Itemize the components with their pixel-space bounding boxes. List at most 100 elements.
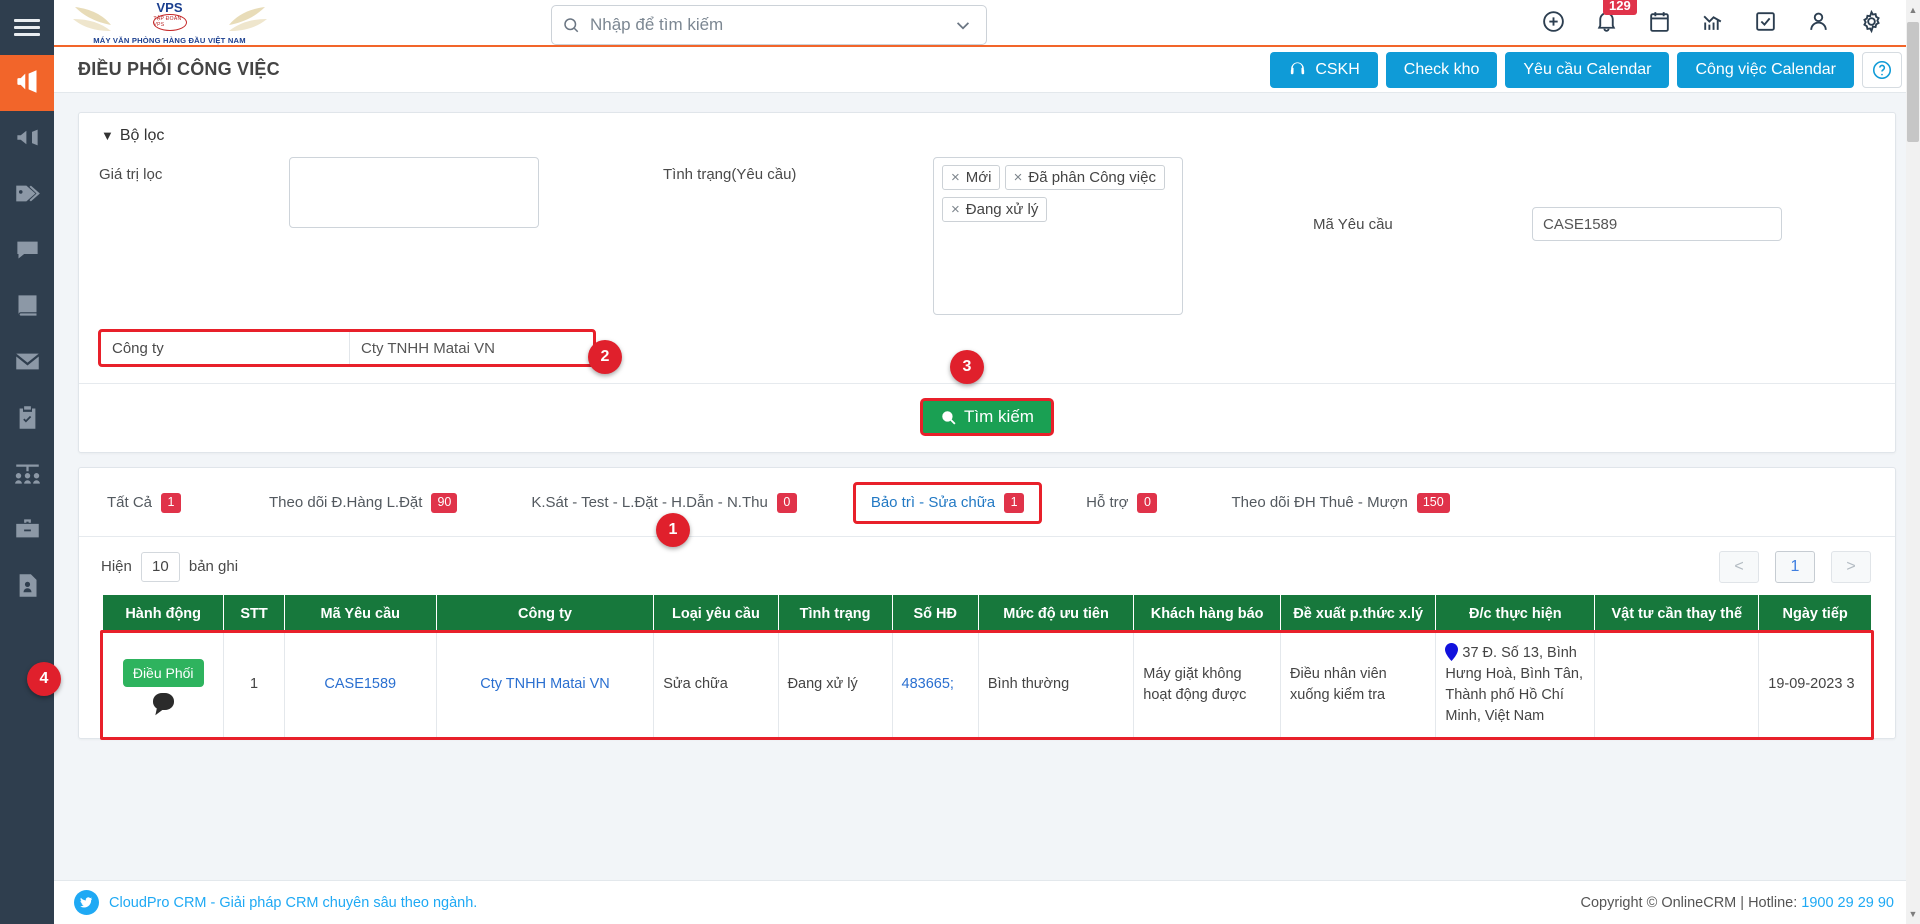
yeu-cau-calendar-button[interactable]: Yêu cầu Calendar xyxy=(1505,51,1670,88)
scrollbar-thumb[interactable] xyxy=(1907,22,1919,142)
next-page-button[interactable]: > xyxy=(1831,550,1871,583)
tab-label: Hỗ trợ xyxy=(1086,494,1129,512)
scroll-down-arrow-icon[interactable]: ▼ xyxy=(1906,906,1920,922)
page-size-input[interactable]: 10 xyxy=(140,551,180,582)
footer-link[interactable]: CloudPro CRM - Giải pháp CRM chuyên sâu … xyxy=(109,895,477,911)
table-header-row: Hành động STT Mã Yêu cầu Công ty Loại yê… xyxy=(103,594,1871,633)
sidebar-item-users[interactable] xyxy=(0,447,54,503)
col-stt[interactable]: STT xyxy=(223,594,285,633)
yeu-cau-calendar-button-label: Yêu cầu Calendar xyxy=(1523,60,1652,78)
tag-label: Mới xyxy=(965,169,992,186)
notification-badge: 129 xyxy=(1603,0,1637,16)
users-group-icon xyxy=(14,460,41,491)
comment-bubble-icon[interactable] xyxy=(152,693,174,711)
show-prefix-label: Hiện xyxy=(101,558,132,576)
cong-ty-field[interactable]: Công ty Cty TNHH Matai VN xyxy=(98,329,596,367)
tab-bar: Tất Cả 1 Theo dõi Đ.Hàng L.Đặt 90 K.Sát … xyxy=(79,468,1895,536)
chart-icon[interactable] xyxy=(1700,9,1725,38)
footer: CloudPro CRM - Giải pháp CRM chuyên sâu … xyxy=(54,880,1920,924)
tinh-trang-tag[interactable]: × Mới xyxy=(942,165,1001,190)
topbar-icon-group: 129 xyxy=(1541,0,1884,47)
dia-chi-text: 37 Đ. Số 13, Bình Hưng Hoà, Bình Tân, Th… xyxy=(1445,644,1583,724)
col-khach-hang-bao[interactable]: Khách hàng báo xyxy=(1133,594,1281,633)
col-dc-thuc-hien[interactable]: Đ/c thực hiện xyxy=(1435,594,1596,633)
cong-viec-calendar-button[interactable]: Công việc Calendar xyxy=(1677,51,1854,88)
sidebar-item-chat[interactable] xyxy=(0,223,54,279)
table-toolbar: Hiện 10 bản ghi < 1 > xyxy=(79,537,1895,595)
hamburger-menu-icon[interactable] xyxy=(0,0,54,55)
sidebar-item-briefcase[interactable] xyxy=(0,503,54,559)
checkbox-icon[interactable] xyxy=(1753,9,1778,38)
cong-ty-value[interactable]: Cty TNHH Matai VN xyxy=(349,332,593,364)
cell-tinh-trang: Đang xử lý xyxy=(778,632,893,738)
cell-de-xuat: Điều nhân viên xuống kiểm tra xyxy=(1280,632,1437,738)
col-so-hd[interactable]: Số HĐ xyxy=(892,594,979,633)
megaphone-icon xyxy=(14,68,41,99)
col-cong-ty[interactable]: Công ty xyxy=(436,594,655,633)
sidebar-item-megaphone[interactable] xyxy=(0,55,54,111)
gear-icon[interactable] xyxy=(1859,9,1884,38)
cell-khach-hang-bao: Máy giặt không hoạt động được xyxy=(1133,632,1281,738)
sidebar-item-contact[interactable] xyxy=(0,559,54,615)
tab-label: Tất Cả xyxy=(107,494,153,512)
col-ngay-tiep[interactable]: Ngày tiếp xyxy=(1758,594,1871,633)
pagination: < 1 > xyxy=(1719,550,1871,583)
cskh-button[interactable]: CSKH xyxy=(1270,51,1378,88)
tab-tat-ca[interactable]: Tất Cả 1 xyxy=(91,483,197,523)
cell-vat-tu xyxy=(1594,632,1760,738)
filter-panel-title[interactable]: ▼ Bộ lọc xyxy=(79,127,1895,153)
search-input[interactable] xyxy=(588,14,950,36)
col-vat-tu-can-thay-the[interactable]: Vật tư cần thay thế xyxy=(1594,594,1760,633)
col-loai-yeu-cau[interactable]: Loại yêu cầu xyxy=(653,594,779,633)
prev-page-button[interactable]: < xyxy=(1719,550,1759,583)
table-row[interactable]: Điều Phối 1 CASE1589 Cty TNHH Matai VN S… xyxy=(103,632,1871,738)
tab-bao-tri-sua-chua[interactable]: Bảo trì - Sửa chữa 1 xyxy=(852,482,1043,524)
footer-copyright: Copyright © OnlineCRM | Hotline: 1900 29… xyxy=(1581,895,1894,911)
tinh-trang-multiselect[interactable]: × Mới × Đã phân Công việc × Đang xử lý xyxy=(933,157,1183,315)
collapse-caret-icon[interactable]: ▼ xyxy=(101,128,114,143)
help-button[interactable] xyxy=(1862,51,1902,88)
sidebar-item-announcement[interactable] xyxy=(0,111,54,167)
user-icon[interactable] xyxy=(1806,9,1831,38)
tinh-trang-tag[interactable]: × Đã phân Công việc xyxy=(1004,165,1165,190)
bell-icon[interactable]: 129 xyxy=(1594,0,1637,38)
hotline-number[interactable]: 1900 29 29 90 xyxy=(1801,895,1894,911)
search-icon xyxy=(564,18,579,33)
tinh-trang-tag[interactable]: × Đang xử lý xyxy=(942,197,1048,222)
ma-yeu-cau-input[interactable] xyxy=(1532,207,1782,241)
tim-kiem-button[interactable]: Tìm kiếm xyxy=(920,398,1054,436)
sidebar-item-mail[interactable] xyxy=(0,335,54,391)
col-muc-do-uu-tien[interactable]: Mức độ ưu tiên xyxy=(978,594,1135,633)
cell-ma-yeu-cau[interactable]: CASE1589 xyxy=(284,632,437,738)
page-header: ĐIỀU PHỐI CÔNG VIỆC CSKH Check kho Yêu c… xyxy=(54,47,1920,93)
cell-cong-ty[interactable]: Cty TNHH Matai VN xyxy=(436,632,655,738)
sidebar-item-book[interactable] xyxy=(0,279,54,335)
calendar-icon[interactable] xyxy=(1647,9,1672,38)
col-de-xuat-pthuc-xly[interactable]: Đề xuất p.thức x.lý xyxy=(1280,594,1437,633)
check-kho-button[interactable]: Check kho xyxy=(1385,51,1498,88)
sidebar-item-tasks[interactable] xyxy=(0,391,54,447)
col-hanh-dong[interactable]: Hành động xyxy=(103,594,225,633)
plus-circle-icon[interactable] xyxy=(1541,9,1566,38)
tag-remove-icon[interactable]: × xyxy=(1014,169,1023,186)
tab-theo-doi-dhang-ldat[interactable]: Theo dõi Đ.Hàng L.Đặt 90 xyxy=(253,483,473,523)
scroll-up-arrow-icon[interactable]: ▲ xyxy=(1906,2,1920,18)
tag-remove-icon[interactable]: × xyxy=(951,169,960,186)
global-search[interactable] xyxy=(551,5,987,45)
headset-icon xyxy=(1291,62,1305,75)
dieu-phoi-button[interactable]: Điều Phối xyxy=(122,659,204,688)
page-scrollbar[interactable]: ▲ ▼ xyxy=(1906,0,1920,924)
col-ma-yeu-cau[interactable]: Mã Yêu cầu xyxy=(284,594,437,633)
logo-badge: VPS TẬP ĐOÀN VPS xyxy=(142,0,198,31)
page-1-button[interactable]: 1 xyxy=(1775,550,1815,583)
gia-tri-loc-input[interactable] xyxy=(289,157,539,228)
tab-ho-tro[interactable]: Hỗ trợ 0 xyxy=(1070,483,1173,523)
sidebar-item-tags[interactable] xyxy=(0,167,54,223)
col-tinh-trang[interactable]: Tình trạng xyxy=(778,594,893,633)
logo-badge-sub: TẬP ĐOÀN VPS xyxy=(153,16,182,28)
tab-theo-doi-dh-thue-muon[interactable]: Theo dõi ĐH Thuê - Mượn 150 xyxy=(1215,483,1465,523)
chevron-down-icon[interactable] xyxy=(950,12,976,38)
cell-so-hd[interactable]: 483665; xyxy=(892,632,979,738)
cell-muc-do-uu-tien: Bình thường xyxy=(978,632,1135,738)
tag-remove-icon[interactable]: × xyxy=(951,201,960,218)
